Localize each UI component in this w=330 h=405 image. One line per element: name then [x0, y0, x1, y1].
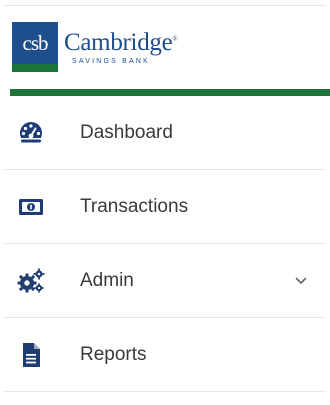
logo-mark-text: csb	[12, 22, 58, 64]
logo-name: Cambridge®	[64, 28, 178, 56]
brand-logo[interactable]: csb Cambridge® SAVINGS BANK	[12, 22, 178, 72]
logo-wordmark: Cambridge® SAVINGS BANK	[64, 28, 178, 65]
chevron-down-icon[interactable]	[294, 274, 308, 288]
money-bill-icon	[17, 193, 45, 221]
dashboard-icon	[17, 119, 45, 147]
top-divider	[4, 5, 326, 6]
logo-subtitle: SAVINGS BANK	[72, 57, 151, 65]
trademark-symbol: ®	[172, 34, 178, 43]
nav-item-transactions[interactable]: Transactions	[0, 170, 330, 244]
nav-menu: Dashboard Transactions Admin Reports	[0, 96, 330, 392]
nav-label-admin: Admin	[80, 270, 134, 291]
sidebar: csb Cambridge® SAVINGS BANK Dashboard Tr…	[0, 0, 330, 405]
nav-label-transactions: Transactions	[80, 196, 189, 217]
logo-mark: csb	[12, 22, 58, 72]
gears-icon	[17, 267, 45, 295]
document-icon	[17, 341, 45, 369]
nav-label-dashboard: Dashboard	[80, 122, 173, 143]
brand-accent-bar	[10, 89, 330, 96]
nav-label-reports: Reports	[80, 344, 147, 365]
logo-name-text: Cambridge	[64, 28, 173, 56]
nav-item-admin[interactable]: Admin	[0, 244, 330, 318]
nav-item-dashboard[interactable]: Dashboard	[0, 96, 330, 170]
nav-item-reports[interactable]: Reports	[0, 318, 330, 392]
